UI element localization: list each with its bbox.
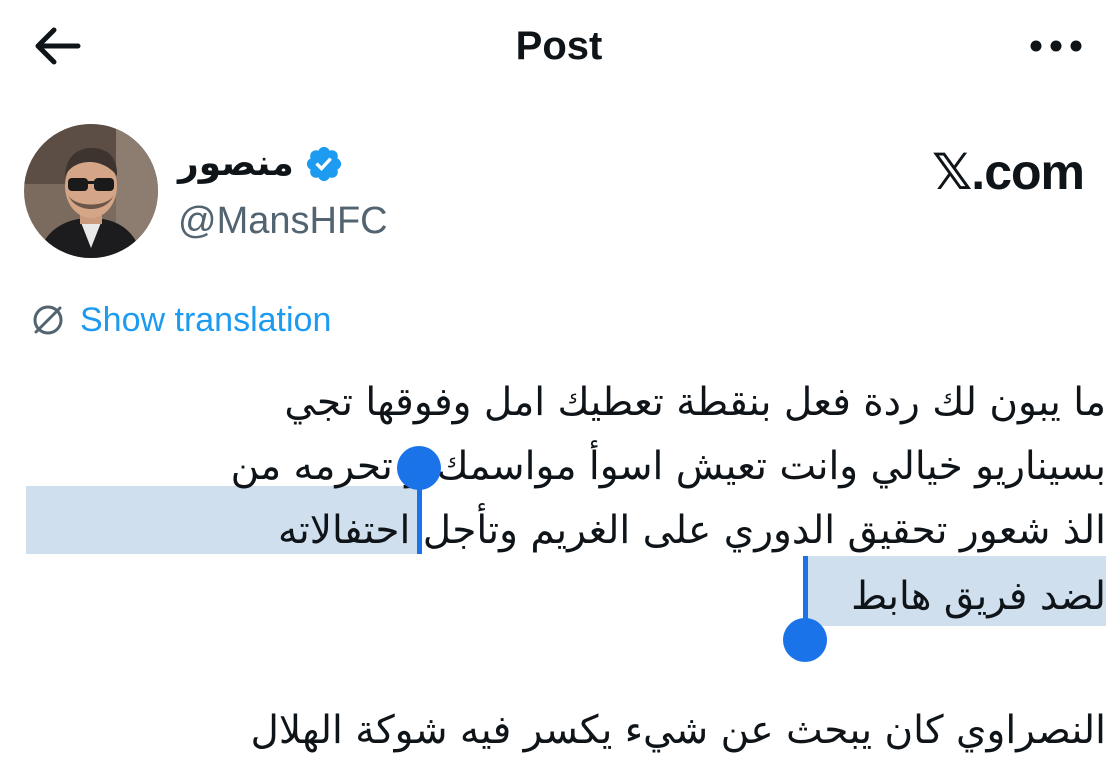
author-handle[interactable]: @MansHFC xyxy=(178,196,388,246)
more-options-button[interactable] xyxy=(1024,30,1088,62)
show-translation-label: Show translation xyxy=(80,301,332,339)
display-name: منصور xyxy=(178,143,294,184)
post-text-line: ما يبون لك ردة فعل بنقطة تعطيك امل وفوقه… xyxy=(284,380,1106,425)
page-title: Post xyxy=(515,24,603,68)
post-text-line: الذ شعور تحقيق الدوري على الغريم وتأجل ا… xyxy=(278,508,1106,553)
show-translation-link[interactable]: Show translation xyxy=(30,298,331,342)
post-text-line: لضد فريق هابط xyxy=(851,574,1106,619)
author-name-row[interactable]: منصور xyxy=(178,140,344,188)
more-horizontal-icon xyxy=(1030,40,1082,52)
post-text-line: بسيناريو خيالي وانت تعيش اسوأ مواسمك و ت… xyxy=(230,444,1106,489)
avatar[interactable] xyxy=(24,124,158,258)
selection-start-caret xyxy=(417,466,422,554)
post-text-line: النصراوي كان يبحث عن شيء يكسر فيه شوكة ا… xyxy=(250,708,1107,753)
avatar-photo xyxy=(24,124,158,258)
verified-badge-icon xyxy=(304,144,344,184)
translate-icon xyxy=(33,305,63,335)
selection-end-handle[interactable] xyxy=(783,618,827,662)
xcom-watermark: 𝕏.com xyxy=(932,144,1085,200)
